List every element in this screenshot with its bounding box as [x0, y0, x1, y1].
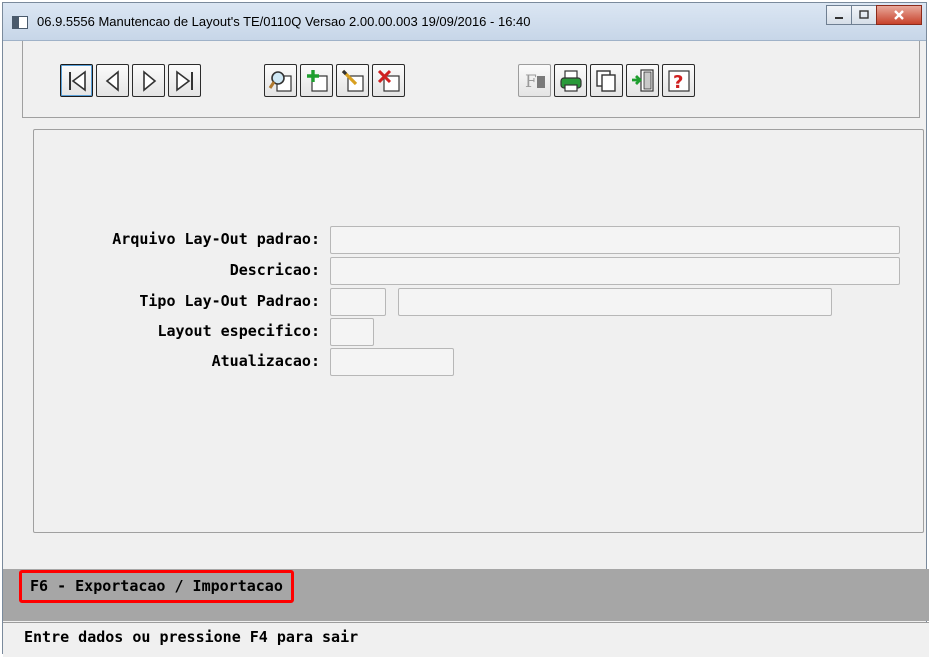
next-record-button[interactable] — [132, 64, 165, 97]
descricao-field[interactable] — [330, 257, 900, 285]
filter-icon: F — [525, 72, 545, 92]
add-icon — [306, 69, 328, 92]
descricao-row: Descricao: — [34, 257, 320, 285]
tipo-code-field[interactable] — [330, 288, 386, 316]
atualizacao-row: Atualizacao: — [34, 348, 320, 376]
application-icon[interactable] — [12, 16, 28, 29]
arquivo-field[interactable] — [330, 226, 900, 254]
print-icon — [559, 69, 582, 92]
last-record-button[interactable] — [168, 64, 201, 97]
first-record-icon — [68, 69, 86, 92]
toolbar: F ? — [22, 41, 920, 118]
search-button[interactable] — [264, 64, 297, 97]
arquivo-label: Arquivo Lay-Out padrao: — [112, 230, 320, 248]
svg-text:F: F — [525, 72, 537, 92]
print-button[interactable] — [554, 64, 587, 97]
tipo-row: Tipo Lay-Out Padrao: — [34, 288, 320, 316]
atualizacao-field[interactable] — [330, 348, 454, 376]
close-button[interactable] — [876, 5, 922, 25]
tipo-description-field[interactable] — [398, 288, 832, 316]
tipo-label: Tipo Lay-Out Padrao: — [139, 292, 320, 310]
form-panel: Arquivo Lay-Out padrao: Descricao: Tipo … — [33, 129, 924, 533]
delete-icon — [377, 69, 400, 92]
window-controls — [826, 5, 922, 25]
window-title: 06.9.5556 Manutencao de Layout's TE/0110… — [37, 14, 531, 29]
layout-label: Layout especifico: — [157, 322, 320, 340]
close-icon — [894, 10, 904, 20]
maximize-button[interactable] — [851, 5, 877, 25]
exit-icon — [631, 68, 654, 92]
maximize-icon — [859, 10, 869, 19]
help-button[interactable]: ? — [662, 64, 695, 97]
exit-button[interactable] — [626, 64, 659, 97]
function-key-message: F6 - Exportacao / Importacao — [19, 570, 294, 603]
previous-record-button[interactable] — [96, 64, 129, 97]
search-icon — [268, 70, 292, 92]
application-window: 06.9.5556 Manutencao de Layout's TE/0110… — [2, 2, 929, 657]
atualizacao-label: Atualizacao: — [211, 352, 320, 370]
minimize-button[interactable] — [826, 5, 852, 25]
edit-icon — [341, 69, 364, 92]
copy-icon — [595, 69, 616, 92]
svg-text:?: ? — [673, 72, 683, 93]
edit-button[interactable] — [336, 64, 369, 97]
minimize-icon — [835, 17, 843, 19]
layout-row: Layout especifico: — [34, 318, 320, 346]
add-button[interactable] — [300, 64, 333, 97]
filter-button[interactable]: F — [518, 64, 551, 97]
first-record-button[interactable] — [60, 64, 93, 97]
layout-especifico-field[interactable] — [330, 318, 374, 346]
copy-button[interactable] — [590, 64, 623, 97]
help-icon: ? — [667, 69, 690, 93]
last-record-icon — [175, 69, 193, 92]
status-text: Entre dados ou pressione F4 para sair — [24, 628, 359, 646]
title-bar[interactable]: 06.9.5556 Manutencao de Layout's TE/0110… — [3, 3, 926, 41]
previous-record-icon — [105, 69, 119, 92]
descricao-label: Descricao: — [229, 261, 320, 279]
arquivo-row: Arquivo Lay-Out padrao: — [34, 226, 320, 254]
delete-button[interactable] — [372, 64, 405, 97]
next-record-icon — [142, 69, 156, 92]
